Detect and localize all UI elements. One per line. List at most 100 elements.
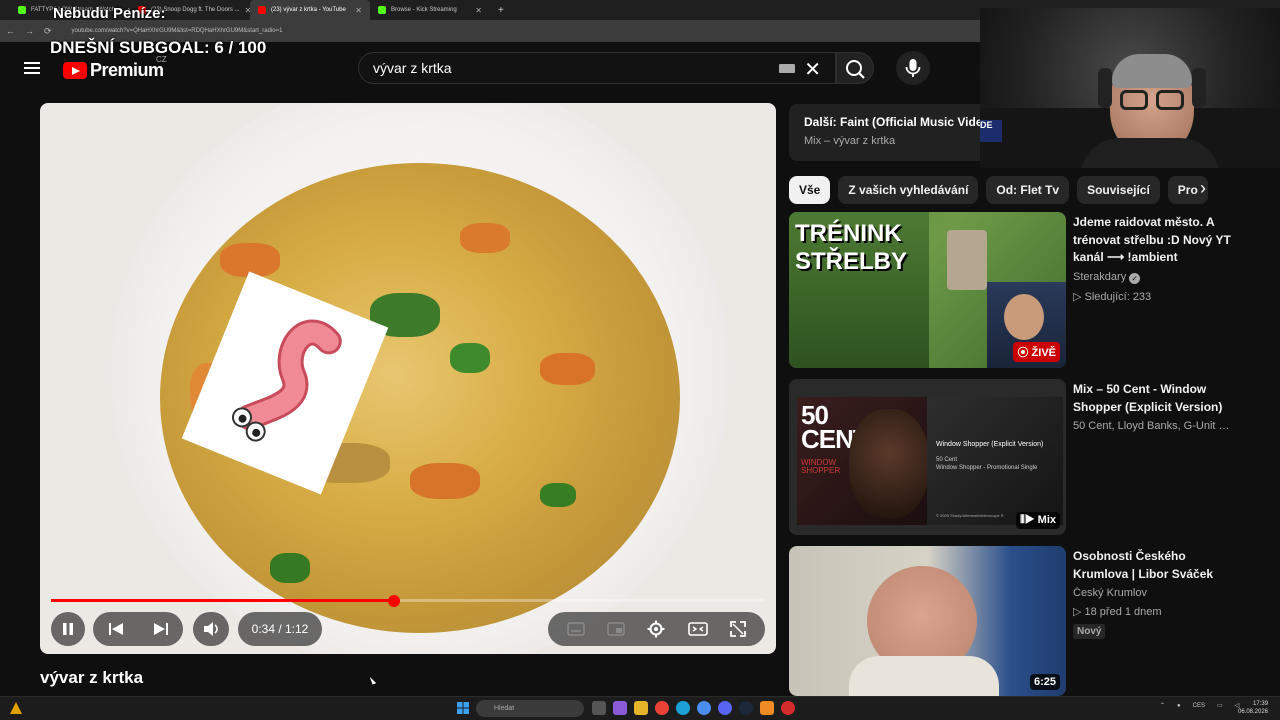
- viewer-count: ▷ Sledující: 233: [1073, 290, 1152, 303]
- close-icon[interactable]: ✕: [475, 6, 482, 15]
- chip-from-searches[interactable]: Z vašich vyhledávání: [838, 176, 979, 204]
- taskbar: Hledat ⌃ ● CES ▭ ◁ 17:39 06.08.2026: [0, 696, 1280, 720]
- new-tab-icon[interactable]: +: [498, 5, 504, 16]
- progress-fill: [51, 599, 394, 602]
- chrome-icon[interactable]: [655, 701, 669, 715]
- video-title[interactable]: Osobnosti Českého Krumlova | Libor Sváče…: [1073, 548, 1235, 583]
- stream-overlay-subgoal: DNEŠNÍ SUBGOAL: 6 / 100: [50, 38, 267, 57]
- back-icon[interactable]: ←: [6, 26, 15, 36]
- url-field[interactable]: youtube.com/watch?v=QHaHXhrGU9M&list=RDQ…: [72, 28, 283, 34]
- taskbar-apps: [592, 701, 795, 715]
- system-tray: ⌃ ● CES ▭ ◁: [1160, 702, 1239, 710]
- fullscreen-icon[interactable]: [729, 621, 746, 637]
- kick-icon: [18, 6, 26, 14]
- channel-name[interactable]: 50 Cent, Lloyd Banks, G-Unit a další: [1073, 420, 1235, 432]
- volume-button[interactable]: [193, 612, 229, 646]
- up-next-playlist: Mix – vývar z krtka: [804, 135, 896, 147]
- widgets-icon[interactable]: [613, 701, 627, 715]
- video-player[interactable]: 0:34 / 1:12: [40, 103, 776, 654]
- app-icon[interactable]: [760, 701, 774, 715]
- chip-from-channel[interactable]: Od: Flet Tv: [986, 176, 1070, 204]
- youtube-icon: [258, 6, 266, 14]
- up-next-title: Faint (Official Music Video: [840, 115, 990, 129]
- video-title[interactable]: Jdeme raidovat město. A trénovat střelbu…: [1073, 214, 1235, 267]
- settings-gear-icon[interactable]: [647, 620, 665, 638]
- clock[interactable]: 17:39 06.08.2026: [1238, 700, 1268, 716]
- related-video[interactable]: TRÉNINK STŘELBY ⦿ ŽIVĚ Jdeme raidovat mě…: [789, 212, 1239, 368]
- youtube-logo[interactable]: Premium CZ: [63, 55, 167, 81]
- app-icon[interactable]: [697, 701, 711, 715]
- microphone-icon: [905, 59, 921, 77]
- task-view-icon[interactable]: [592, 701, 606, 715]
- app-icon[interactable]: [781, 701, 795, 715]
- mouse-cursor: [369, 675, 377, 685]
- next-icon[interactable]: [153, 622, 169, 636]
- language-indicator[interactable]: CES: [1193, 703, 1205, 709]
- clock-date: 06.08.2026: [1238, 709, 1269, 715]
- chevron-right-icon[interactable]: ›: [1200, 178, 1206, 199]
- warning-icon[interactable]: [10, 702, 22, 714]
- time-display: 0:34 / 1:12: [238, 612, 322, 646]
- video-thumbnail[interactable]: 50 CENT WINDOW SHOPPER Window Shopper (E…: [789, 379, 1066, 535]
- related-video[interactable]: 6:25 Osobnosti Českého Krumlova | Libor …: [789, 546, 1239, 696]
- menu-icon[interactable]: [24, 62, 40, 74]
- volume-icon: [204, 622, 218, 636]
- progress-bar[interactable]: [51, 594, 765, 607]
- discord-icon[interactable]: [718, 701, 732, 715]
- video-thumbnail[interactable]: TRÉNINK STŘELBY ⦿ ŽIVĚ: [789, 212, 1066, 368]
- player-right-controls: [548, 612, 765, 646]
- network-icon[interactable]: ▭: [1217, 702, 1223, 709]
- filter-chips: Vše Z vašich vyhledávání Od: Flet Tv Sou…: [789, 176, 1229, 204]
- miniplayer-icon[interactable]: [607, 622, 626, 636]
- microphone-icon[interactable]: ●: [1177, 703, 1181, 709]
- channel-name[interactable]: Sterakdary ✓: [1073, 271, 1235, 284]
- tab-label: (23) vývar z krtka - YouTube: [271, 7, 346, 13]
- video-title[interactable]: Mix – 50 Cent - Window Shopper (Explicit…: [1073, 381, 1235, 416]
- thumb-text: WINDOW SHOPPER: [801, 458, 841, 475]
- new-badge: Nový: [1073, 624, 1106, 639]
- steam-icon[interactable]: [739, 701, 753, 715]
- screen: FATTYPILLOW Stream - Watch ... ✕ (23) Sn…: [0, 0, 1280, 720]
- close-icon[interactable]: ✕: [355, 6, 362, 15]
- pause-icon: [63, 623, 73, 635]
- theater-mode-icon[interactable]: [687, 622, 708, 636]
- keyboard-icon[interactable]: [779, 64, 795, 73]
- thumb-text: © 2005 Shady/Aftermath/Interscope R: [936, 513, 1004, 518]
- verified-icon: ✓: [1129, 272, 1141, 284]
- thumb-text: Window Shopper (Explicit Version): [936, 441, 1044, 448]
- chip-related[interactable]: Související: [1077, 176, 1160, 204]
- search-input[interactable]: vývar z krtka ✕: [358, 52, 836, 84]
- channel-name[interactable]: Český Krumlov: [1073, 587, 1235, 599]
- search-placeholder: Hledat: [494, 705, 515, 712]
- youtube-play-icon: [63, 62, 87, 79]
- windows-start-icon[interactable]: [457, 702, 469, 714]
- video-stats: ▷ 18 před 1 dnem: [1073, 606, 1162, 618]
- pause-button[interactable]: [51, 612, 85, 646]
- related-video[interactable]: 50 CENT WINDOW SHOPPER Window Shopper (E…: [789, 379, 1239, 535]
- chevron-up-icon[interactable]: ⌃: [1160, 702, 1165, 709]
- live-badge: ⦿ ŽIVĚ: [1013, 342, 1060, 362]
- browser-tab-kick-browse[interactable]: Browse - Kick Streaming ✕: [370, 0, 490, 20]
- video-thumbnail[interactable]: 6:25: [789, 546, 1066, 696]
- chip-all[interactable]: Vše: [789, 176, 831, 204]
- duration-badge: 6:25: [1029, 674, 1060, 690]
- scrubber-handle[interactable]: [387, 594, 400, 607]
- voice-search-button[interactable]: [896, 51, 930, 85]
- browser-tab-active[interactable]: (23) vývar z krtka - YouTube ✕: [250, 0, 370, 20]
- previous-icon[interactable]: [108, 622, 124, 636]
- file-explorer-icon[interactable]: [634, 701, 648, 715]
- reload-icon[interactable]: ⟳: [44, 26, 52, 37]
- prev-next-group: [93, 612, 183, 646]
- up-next-card[interactable]: Další: Faint (Official Music Video Mix –…: [789, 104, 990, 161]
- clear-search-icon[interactable]: ✕: [804, 57, 821, 82]
- search-button[interactable]: [836, 52, 874, 84]
- video-title: vývar z krtka: [40, 668, 144, 687]
- mix-badge: ⦀▶ Mix: [1015, 512, 1060, 529]
- up-next-label: Další:: [804, 115, 837, 129]
- webcam-overlay: DE: [980, 8, 1280, 168]
- taskbar-search-input[interactable]: Hledat: [476, 700, 584, 717]
- edge-icon[interactable]: [676, 701, 690, 715]
- video-meta: Osobnosti Českého Krumlova | Libor Sváče…: [1073, 548, 1235, 639]
- forward-icon[interactable]: →: [25, 26, 34, 36]
- subtitles-icon[interactable]: [567, 622, 585, 636]
